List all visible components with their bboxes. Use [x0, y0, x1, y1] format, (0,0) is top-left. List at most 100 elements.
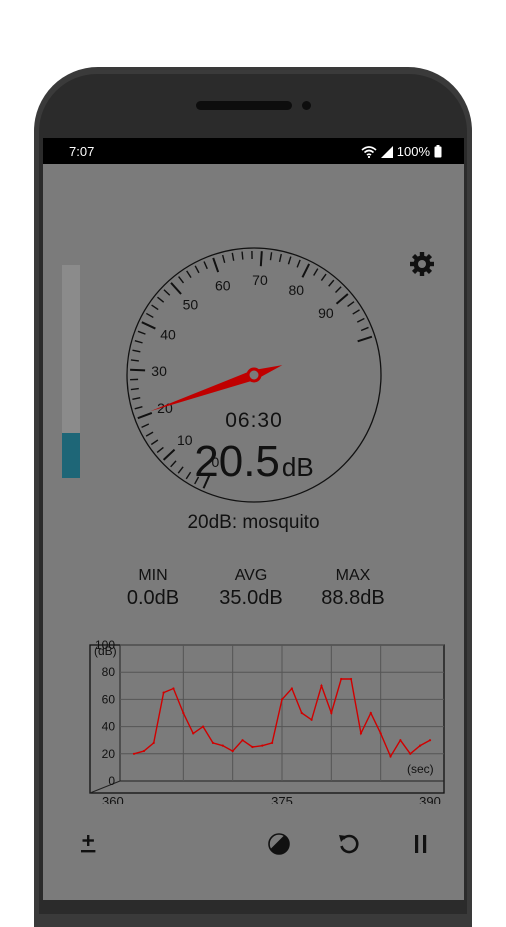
gauge-tick	[270, 252, 271, 260]
chart-data-point	[340, 678, 342, 680]
chart-data-point	[153, 742, 155, 744]
chart-y-axis-label: (dB)	[94, 644, 117, 658]
chart-y-tick-labels: 100806040200	[95, 639, 115, 788]
gauge-scale-label: 30	[151, 363, 167, 379]
gauge-scale-label: 90	[318, 305, 334, 321]
gauge-tick	[132, 350, 140, 352]
current-level-value: 20.5	[194, 437, 280, 486]
chart-data-point	[241, 739, 243, 741]
level-description: 20dB: mosquito	[43, 512, 464, 534]
pause-button[interactable]	[406, 829, 436, 859]
reset-icon	[337, 832, 361, 856]
calibrate-button[interactable]	[73, 829, 103, 859]
chart-y-tick-label: 60	[102, 692, 116, 706]
chart-data-point	[419, 745, 421, 747]
stat-avg: AVG 35.0dB	[201, 567, 301, 610]
gauge-scale-label: 10	[177, 432, 193, 448]
chart-data-point	[360, 732, 362, 734]
chart-y-tick-label: 80	[102, 665, 116, 679]
gauge-tick	[353, 310, 360, 314]
status-right-group: 100%	[361, 144, 442, 159]
gauge-tick	[261, 251, 262, 266]
chart-data-point	[133, 753, 135, 755]
gauge-tick	[204, 262, 207, 269]
sound-level-fill	[62, 433, 80, 478]
gauge-tick	[135, 341, 143, 343]
needle-pointer	[150, 365, 282, 411]
stat-max-label: MAX	[303, 567, 403, 585]
gauge-tick	[337, 294, 348, 304]
chart-grid	[90, 645, 444, 793]
gauge-tick	[164, 290, 170, 296]
needle-pivot	[248, 369, 260, 381]
current-level-readout: 20.5dB	[194, 437, 313, 486]
gauge-scale-label: 40	[160, 327, 176, 343]
chart-data-point	[320, 685, 322, 687]
battery-icon	[434, 145, 442, 158]
stat-min: MIN 0.0dB	[103, 567, 203, 610]
pause-icon	[411, 833, 431, 855]
gauge-tick	[178, 467, 183, 473]
gauge-tick	[152, 305, 159, 310]
chart-data-point	[291, 687, 293, 689]
gauge-tick	[151, 440, 158, 444]
gauge-scale-label: 50	[183, 296, 199, 312]
stat-min-label: MIN	[103, 567, 203, 585]
chart-data-point	[232, 750, 234, 752]
gauge-tick	[288, 257, 290, 265]
gauge-tick	[297, 260, 300, 267]
sound-meter-gauge: 0102030405060708090 06:30 20.5dB	[123, 244, 385, 506]
stat-max: MAX 88.8dB	[303, 567, 403, 610]
sound-level-bar	[62, 265, 80, 478]
gauge-tick	[314, 269, 318, 276]
gauge-tick	[131, 389, 139, 390]
gauge-tick	[302, 264, 309, 277]
gauge-tick	[132, 398, 140, 400]
chart-data-point	[182, 712, 184, 714]
gauge-scale-label: 60	[215, 277, 231, 293]
gauge-tick	[146, 432, 153, 436]
earpiece-speaker	[196, 101, 292, 110]
gauge-scale-label: 80	[288, 282, 304, 298]
chart-data-point	[251, 746, 253, 748]
app-screen: 0102030405060708090 06:30 20.5dB 20dB: m…	[43, 164, 464, 900]
reset-button[interactable]	[334, 829, 364, 859]
chart-data-point	[301, 712, 303, 714]
gauge-tick	[157, 297, 163, 302]
gauge-tick	[336, 287, 342, 293]
elapsed-time: 06:30	[225, 409, 283, 432]
gauge-tick	[361, 327, 368, 330]
gauge-tick	[329, 280, 334, 286]
stats-panel: MIN 0.0dB AVG 35.0dB MAX 88.8dB	[43, 567, 464, 621]
gauge-tick	[280, 254, 282, 262]
gauge-tick	[358, 337, 372, 342]
gauge-tick	[187, 271, 191, 278]
theme-button[interactable]	[264, 829, 294, 859]
gauge-tick	[130, 370, 145, 371]
history-chart: 100806040200 360375390 (dB) (sec)	[60, 639, 448, 804]
settings-gear-icon[interactable]	[408, 250, 436, 278]
chart-data-point	[370, 712, 372, 714]
gauge-tick	[179, 277, 184, 283]
gauge-tick	[164, 450, 175, 460]
gauge-tick	[146, 313, 153, 317]
chart-y-tick-label: 20	[102, 747, 116, 761]
gauge-tick	[213, 258, 218, 272]
chart-data-point	[389, 755, 391, 757]
plus-minus-icon	[78, 833, 98, 855]
gauge-tick	[138, 413, 152, 418]
chart-data-point	[143, 750, 145, 752]
gauge-tick	[348, 302, 354, 307]
chart-data-point	[409, 753, 411, 755]
gauge-tick	[357, 318, 364, 322]
stat-max-value: 88.8dB	[303, 587, 403, 610]
gauge-tick	[142, 322, 156, 328]
chart-x-tick-label: 390	[419, 794, 441, 804]
signal-icon	[381, 146, 393, 158]
front-camera	[302, 101, 311, 110]
stat-min-value: 0.0dB	[103, 587, 203, 610]
stat-avg-label: AVG	[201, 567, 301, 585]
chart-x-tick-label: 375	[271, 794, 293, 804]
contrast-icon	[267, 832, 291, 856]
chart-data-point	[281, 698, 283, 700]
